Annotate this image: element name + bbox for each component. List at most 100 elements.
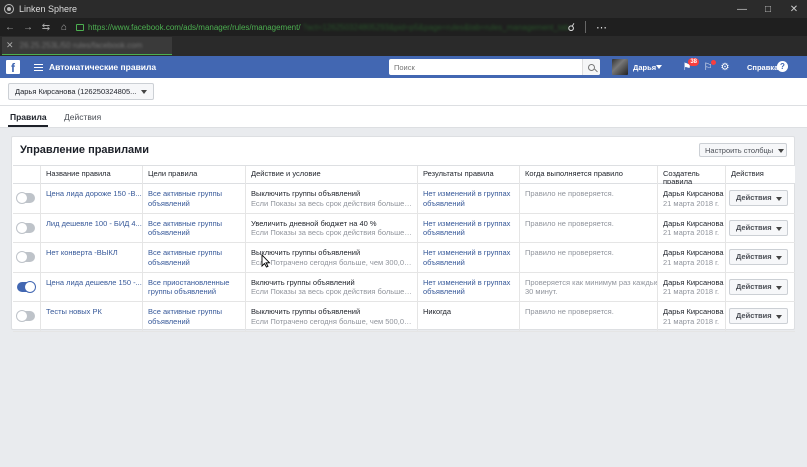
rule-result-text[interactable]: Нет изменений в группах bbox=[423, 189, 515, 199]
rule-target-link-line2[interactable]: объявлений bbox=[148, 317, 241, 327]
rule-results-cell: Нет изменений в группах объявлений bbox=[417, 213, 519, 243]
header-action-condition[interactable]: Действие и условие bbox=[245, 166, 417, 184]
rule-name-link[interactable]: Тесты новых РК bbox=[46, 307, 102, 316]
help-circle-icon[interactable]: ? bbox=[777, 61, 788, 72]
account-selector[interactable]: Дарья Кирсанова (126250324805... bbox=[8, 83, 154, 100]
rule-schedule-cell: Правило не проверяется. bbox=[519, 302, 657, 331]
rule-targets-cell: Все активные группы объявлений bbox=[142, 184, 245, 213]
card-title: Управление правилами bbox=[20, 144, 150, 156]
rule-result-text-line2[interactable]: объявлений bbox=[423, 258, 515, 268]
rule-result-text[interactable]: Нет изменений в группах bbox=[423, 219, 515, 229]
user-menu-chevron-down-icon[interactable] bbox=[656, 65, 662, 69]
facebook-logo-icon[interactable]: f bbox=[6, 60, 20, 74]
header-name[interactable]: Название правила bbox=[40, 166, 142, 184]
close-tab-icon[interactable]: ✕ bbox=[6, 40, 14, 51]
rule-target-link-line2[interactable]: объявлений bbox=[148, 258, 241, 268]
rule-schedule-text: Правило не проверяется. bbox=[525, 218, 614, 228]
tab-actions[interactable]: Действия bbox=[64, 112, 101, 122]
rule-creator-cell: Дарья Кирсанова 21 марта 2018 г. bbox=[657, 302, 725, 331]
more-menu-icon[interactable]: ⋯ bbox=[596, 21, 607, 34]
search-input[interactable] bbox=[389, 59, 582, 75]
rule-results-cell: Никогда bbox=[417, 302, 519, 331]
rule-target-link[interactable]: Все активные группы bbox=[148, 219, 241, 229]
rule-target-link-line2[interactable]: объявлений bbox=[148, 228, 241, 238]
flag-icon[interactable]: ⚐ bbox=[701, 60, 716, 74]
rule-result-text-line2[interactable]: объявлений bbox=[423, 228, 515, 238]
rule-name-cell: Лид дешевле 100 - БИД 4... bbox=[40, 213, 142, 243]
rule-name-link[interactable]: Нет конверта -ВЫКЛ bbox=[46, 248, 118, 257]
page-title: Автоматические правила bbox=[49, 62, 157, 72]
rule-name-link[interactable]: Лид дешевле 100 - БИД 4... bbox=[46, 219, 142, 228]
toggle-knob bbox=[16, 310, 28, 322]
rule-name-link[interactable]: Цена лида дороже 150 -В... bbox=[46, 189, 142, 198]
header-creator[interactable]: Создатель правила bbox=[657, 166, 725, 184]
maximize-icon[interactable]: □ bbox=[755, 0, 781, 18]
minimize-icon[interactable]: — bbox=[729, 0, 755, 18]
rule-condition-text: Если Показы за весь срок действия больше… bbox=[251, 228, 413, 237]
rule-created-date: 21 марта 2018 г. bbox=[663, 257, 720, 267]
avatar[interactable] bbox=[612, 59, 628, 75]
chevron-down-icon bbox=[776, 285, 782, 290]
rule-result-text[interactable]: Нет изменений в группах bbox=[423, 248, 515, 258]
user-name[interactable]: Дарья bbox=[633, 63, 656, 72]
rule-result-text[interactable]: Нет изменений в группах bbox=[423, 278, 515, 288]
active-tab-indicator bbox=[8, 125, 48, 127]
rule-toggle-switch[interactable] bbox=[16, 221, 35, 234]
rule-target-link[interactable]: Все активные группы bbox=[148, 248, 241, 258]
rule-schedule-text: Проверяется как минимум раз каждые bbox=[525, 277, 657, 287]
rule-results-cell: Нет изменений в группах объявлений bbox=[417, 272, 519, 302]
notification-count-badge: 38 bbox=[688, 58, 699, 66]
rule-name-link[interactable]: Цена лида дешевле 150 -... bbox=[46, 278, 142, 287]
rule-actions-dropdown-button[interactable]: Действия bbox=[729, 190, 788, 206]
zoom-icon[interactable]: ☌ bbox=[568, 21, 575, 34]
browser-tabbar: ✕ 26.25.253L/50 rules/facebook.com bbox=[0, 36, 807, 56]
tab-rules[interactable]: Правила bbox=[10, 112, 47, 122]
rule-actions-label: Действия bbox=[736, 252, 772, 262]
header-actions: Действия bbox=[725, 166, 795, 184]
rule-schedule-cell: Проверяется как минимум раз каждые 30 мин… bbox=[519, 272, 657, 302]
close-window-icon[interactable]: ✕ bbox=[781, 0, 807, 18]
hamburger-menu-icon[interactable] bbox=[34, 63, 43, 71]
rule-actions-dropdown-button[interactable]: Действия bbox=[729, 308, 788, 324]
rule-actions-label: Действия bbox=[736, 311, 772, 321]
header-targets[interactable]: Цели правила bbox=[142, 166, 245, 184]
rules-card: Управление правилами Настроить столбцы Н… bbox=[11, 136, 795, 332]
rule-result-text-line2[interactable]: объявлений bbox=[423, 287, 515, 297]
customize-columns-button[interactable]: Настроить столбцы bbox=[699, 143, 787, 157]
page-tabs: Правила Действия bbox=[0, 106, 807, 128]
rule-toggle-switch[interactable] bbox=[16, 310, 35, 322]
window-controls: — □ ✕ bbox=[729, 0, 807, 18]
reload-icon[interactable]: ⇆ bbox=[38, 19, 54, 35]
home-icon[interactable]: ⌂ bbox=[56, 19, 72, 35]
rule-created-date: 21 марта 2018 г. bbox=[663, 287, 720, 296]
rule-target-link[interactable]: Все активные группы bbox=[148, 307, 241, 317]
browser-tab[interactable]: ✕ 26.25.253L/50 rules/facebook.com bbox=[2, 37, 172, 55]
rule-target-link[interactable]: Все приостановленные bbox=[148, 278, 241, 288]
rule-actions-dropdown-button[interactable]: Действия bbox=[729, 278, 788, 295]
rule-action-cell: Включить группы объявлений Если Показы за… bbox=[245, 272, 417, 302]
header-results[interactable]: Результаты правила bbox=[417, 166, 519, 184]
rule-creator-name: Дарья Кирсанова bbox=[663, 189, 724, 198]
rule-actions-dropdown-button[interactable]: Действия bbox=[729, 249, 788, 265]
gear-icon[interactable]: ⚙ bbox=[718, 60, 732, 74]
rule-toggle-switch[interactable] bbox=[16, 192, 35, 204]
search-button[interactable] bbox=[582, 59, 600, 75]
back-arrow-icon[interactable]: ← bbox=[2, 19, 18, 35]
rule-toggle-switch[interactable] bbox=[17, 280, 36, 293]
address-bar[interactable]: https://www.facebook.com/ads/manager/rul… bbox=[76, 20, 577, 34]
rule-target-link-line2[interactable]: объявлений bbox=[148, 199, 241, 209]
header-schedule[interactable]: Когда выполняется правило bbox=[519, 166, 657, 184]
rule-target-link-line2[interactable]: группы объявлений bbox=[148, 287, 241, 297]
rule-result-text-line2[interactable]: объявлений bbox=[423, 199, 515, 209]
toggle-knob bbox=[16, 251, 28, 263]
rule-actions-dropdown-button[interactable]: Действия bbox=[729, 219, 788, 236]
rule-target-link[interactable]: Все активные группы bbox=[148, 189, 241, 199]
help-link[interactable]: Справка bbox=[747, 63, 778, 72]
browser-tools: ☌ ⋯ bbox=[568, 18, 607, 36]
toggle-knob bbox=[16, 192, 28, 204]
forward-arrow-icon[interactable]: → bbox=[20, 19, 36, 35]
rule-toggle-switch[interactable] bbox=[16, 251, 35, 263]
notifications-bell-icon[interactable]: ⚑ 38 bbox=[680, 58, 699, 74]
rule-creator-cell: Дарья Кирсанова 21 марта 2018 г. bbox=[657, 243, 725, 272]
rule-results-cell: Нет изменений в группах объявлений bbox=[417, 243, 519, 272]
